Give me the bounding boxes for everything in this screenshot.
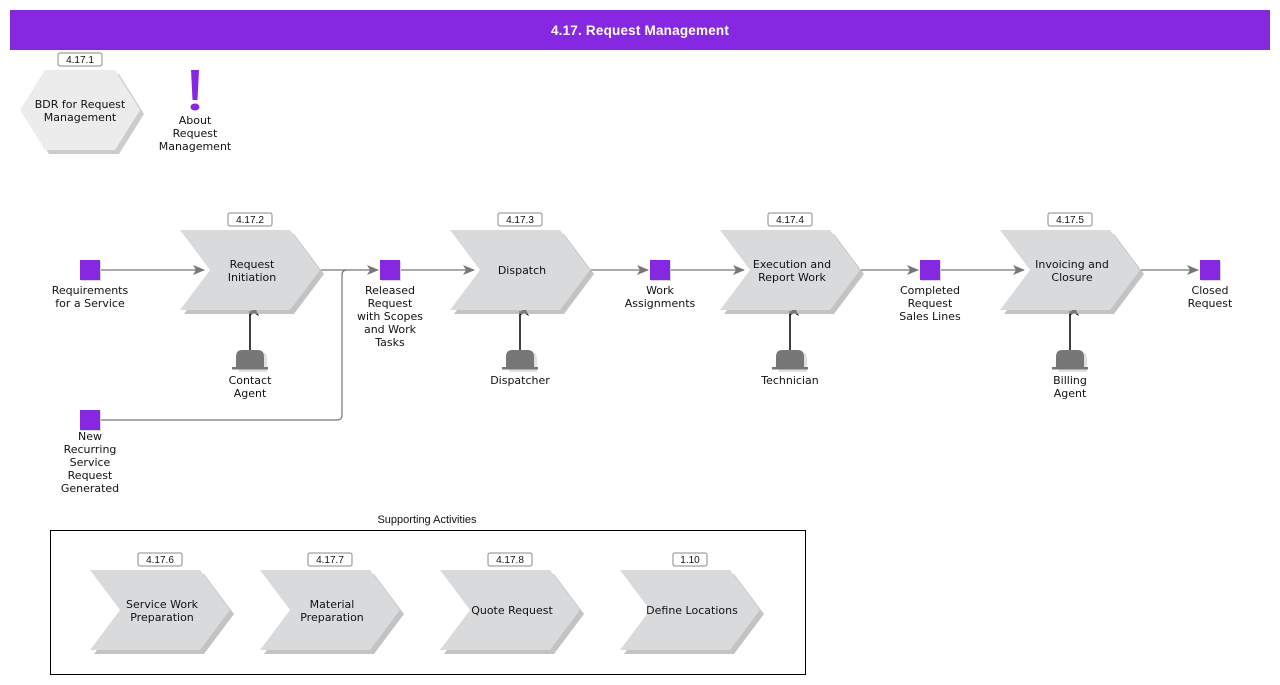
- support-label-0-line: Service Work: [126, 598, 199, 611]
- support-label-0: Service Work Preparation: [126, 598, 199, 624]
- supporting-activities-title: Supporting Activities: [377, 514, 477, 526]
- role-label-0-line: Contact: [229, 374, 272, 387]
- support-tag-1: 4.17.7: [316, 555, 344, 566]
- event-label-3: Completed Request Sales Lines: [899, 284, 961, 323]
- support-tag-3: 1.10: [680, 555, 700, 566]
- event-label-5-line: Request: [68, 469, 113, 482]
- support-label-3: Define Locations: [646, 604, 738, 617]
- about-label-line: Management: [159, 140, 232, 153]
- process-label-0-line: Initiation: [228, 271, 276, 284]
- event-4[interactable]: [1200, 260, 1220, 280]
- exclamation-dot: [190, 103, 200, 111]
- process-tag-3: 4.17.5: [1056, 215, 1084, 226]
- support-label-3-line: Define Locations: [646, 604, 738, 617]
- bdr-tag: 4.17.1: [66, 55, 94, 66]
- event-label-0-line: for a Service: [55, 297, 125, 310]
- bdr-label-line: Management: [44, 111, 117, 124]
- event-label-2: Work Assignments: [625, 284, 696, 310]
- role-label-3-line: Agent: [1054, 387, 1087, 400]
- event-label-1: Released Request with Scopes and Work Tasks: [357, 284, 423, 349]
- about-label: About Request Management: [159, 114, 232, 153]
- role-base: [772, 367, 808, 370]
- role-label-2-line: Technician: [760, 374, 819, 387]
- event-label-5-line: Generated: [61, 482, 119, 495]
- event-2[interactable]: [650, 260, 670, 280]
- role-label-1: Dispatcher: [490, 374, 550, 387]
- event-5[interactable]: [80, 410, 100, 430]
- event-label-1-line: with Scopes: [357, 310, 423, 323]
- role-icon-2: [772, 350, 808, 372]
- support-label-0-line: Preparation: [130, 611, 194, 624]
- process-label-2: Execution and Report Work: [753, 258, 831, 284]
- about-label-line: Request: [173, 127, 218, 140]
- role-label-1-line: Dispatcher: [490, 374, 550, 387]
- process-label-1: Dispatch: [498, 264, 546, 277]
- support-label-2: Quote Request: [471, 604, 553, 617]
- exclamation-icon[interactable]: [191, 70, 199, 100]
- role-base: [232, 367, 268, 370]
- process-label-3-line: Closure: [1051, 271, 1092, 284]
- event-label-3-line: Sales Lines: [899, 310, 961, 323]
- role-label-0: Contact Agent: [229, 374, 272, 400]
- role-label-0-line: Agent: [234, 387, 267, 400]
- support-label-1-line: Material: [310, 598, 355, 611]
- process-label-3-line: Invoicing and: [1035, 258, 1109, 271]
- event-label-4-line: Request: [1188, 297, 1233, 310]
- event-0[interactable]: [80, 260, 100, 280]
- event-label-1-line: Tasks: [374, 336, 405, 349]
- role-label-3: Billing Agent: [1053, 374, 1087, 400]
- event-label-3-line: Request: [908, 297, 953, 310]
- event-label-5-line: Recurring: [64, 443, 117, 456]
- event-label-5-line: Service: [70, 456, 111, 469]
- support-tag-0: 4.17.6: [146, 555, 174, 566]
- event-label-2-line: Work: [646, 284, 674, 297]
- process-diagram: 4.17.1BDR for Request Management About Requ…: [20, 52, 1233, 675]
- role-icon-3: [1052, 350, 1088, 372]
- process-tag-0: 4.17.2: [236, 215, 264, 226]
- support-label-2-line: Quote Request: [471, 604, 553, 617]
- role-body: [236, 350, 264, 368]
- event-3[interactable]: [920, 260, 940, 280]
- event-label-1-line: Request: [368, 297, 413, 310]
- process-label-2-line: Report Work: [758, 271, 826, 284]
- role-body: [1056, 350, 1084, 368]
- role-body: [776, 350, 804, 368]
- event-label-0: Requirements for a Service: [52, 284, 129, 310]
- role-base: [1052, 367, 1088, 370]
- support-tag-2: 4.17.8: [496, 555, 524, 566]
- process-tag-2: 4.17.4: [776, 215, 804, 226]
- bdr-label: BDR for Request Management: [35, 98, 126, 124]
- process-label-2-line: Execution and: [753, 258, 831, 271]
- bdr-label-line: BDR for Request: [35, 98, 126, 111]
- event-label-5-line: New: [78, 430, 102, 443]
- about-label-line: About: [179, 114, 212, 127]
- event-label-1-line: and Work: [364, 323, 417, 336]
- role-label-3-line: Billing: [1053, 374, 1087, 387]
- support-label-1-line: Preparation: [300, 611, 364, 624]
- process-label-0-line: Request: [230, 258, 275, 271]
- event-label-3-line: Completed: [900, 284, 960, 297]
- event-label-2-line: Assignments: [625, 297, 696, 310]
- event-label-4-line: Closed: [1192, 284, 1229, 297]
- support-label-1: Material Preparation: [300, 598, 364, 624]
- event-label-4: Closed Request: [1188, 284, 1233, 310]
- role-base: [502, 367, 538, 370]
- process-label-0: Request Initiation: [228, 258, 276, 284]
- process-tag-1: 4.17.3: [506, 215, 534, 226]
- event-label-5: New Recurring Service Request Generated: [61, 430, 119, 495]
- role-icon-0: [232, 350, 268, 372]
- role-body: [506, 350, 534, 368]
- event-1[interactable]: [380, 260, 400, 280]
- role-label-2: Technician: [760, 374, 819, 387]
- role-icon-1: [502, 350, 538, 372]
- event-label-0-line: Requirements: [52, 284, 129, 297]
- event-label-1-line: Released: [365, 284, 415, 297]
- process-label-1-line: Dispatch: [498, 264, 546, 277]
